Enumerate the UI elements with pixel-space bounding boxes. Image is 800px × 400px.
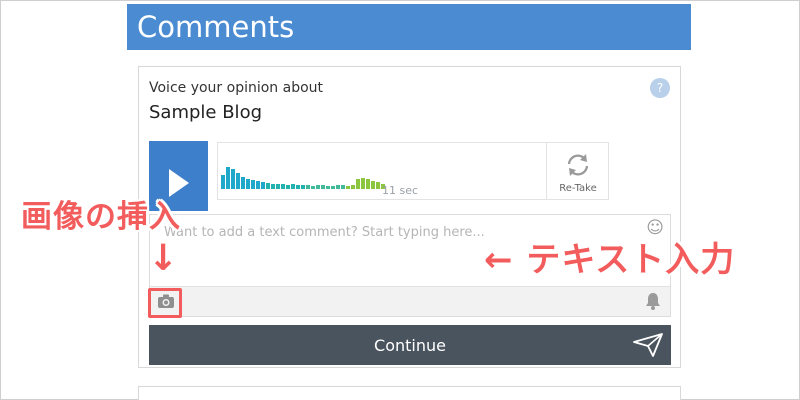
waveform-bar <box>296 185 300 189</box>
waveform-bar <box>276 184 280 189</box>
waveform-bar <box>316 185 320 189</box>
waveform-bar <box>311 186 315 189</box>
continue-button[interactable]: Continue <box>149 325 671 365</box>
waveform-bar <box>261 182 265 189</box>
help-icon[interactable]: ? <box>650 78 670 98</box>
waveform-bar <box>221 175 225 189</box>
waveform-bar <box>256 181 260 189</box>
comment-card: Voice your opinion about Sample Blog ? 1… <box>138 66 681 368</box>
comment-toolbar <box>150 286 670 316</box>
waveform-bar <box>341 185 345 189</box>
annotation-down-arrow: ↓ <box>148 238 179 279</box>
refresh-icon <box>567 154 589 176</box>
bell-icon[interactable] <box>645 292 661 310</box>
waveform-bar <box>361 178 365 189</box>
annotation-text-input: ← テキスト入力 <box>484 240 736 280</box>
waveform-bar <box>271 184 275 189</box>
waveform-bar <box>241 177 245 189</box>
waveform-bar <box>281 184 285 189</box>
retake-button[interactable]: Re-Take <box>546 143 608 199</box>
waveform-bar <box>336 185 340 189</box>
waveform-bar <box>236 173 240 189</box>
waveform-bar <box>301 185 305 189</box>
audio-duration: 11 sec <box>382 184 419 197</box>
waveform-bar <box>326 186 330 189</box>
page-title: Comments <box>137 10 295 44</box>
waveform-bar <box>231 169 235 189</box>
waveform-bar <box>331 186 335 189</box>
comments-header: Comments <box>127 4 691 50</box>
waveform-bar <box>266 183 270 189</box>
waveform-bar <box>366 179 370 189</box>
waveform-bar <box>251 180 255 189</box>
annotation-insert-image: 画像の挿入 <box>21 199 181 235</box>
send-icon <box>633 333 663 357</box>
waveform-bar <box>321 185 325 189</box>
waveform-bar <box>371 181 375 189</box>
next-card <box>138 386 681 400</box>
waveform-bar <box>346 186 350 189</box>
prompt-label: Voice your opinion about <box>149 80 324 96</box>
waveform-bar <box>246 179 250 189</box>
blog-title: Sample Blog <box>149 102 263 123</box>
waveform-bar <box>291 184 295 189</box>
audio-waveform[interactable]: 11 sec Re-Take <box>217 142 609 200</box>
waveform-bar <box>226 167 230 189</box>
waveform-bar <box>286 185 290 189</box>
waveform-bar <box>351 185 355 189</box>
waveform-bar <box>356 179 360 189</box>
annotation-camera-highlight <box>148 288 182 318</box>
retake-label: Re-Take <box>559 183 597 194</box>
waveform-bar <box>376 182 380 189</box>
continue-label: Continue <box>374 336 446 355</box>
waveform-bar <box>306 185 310 189</box>
